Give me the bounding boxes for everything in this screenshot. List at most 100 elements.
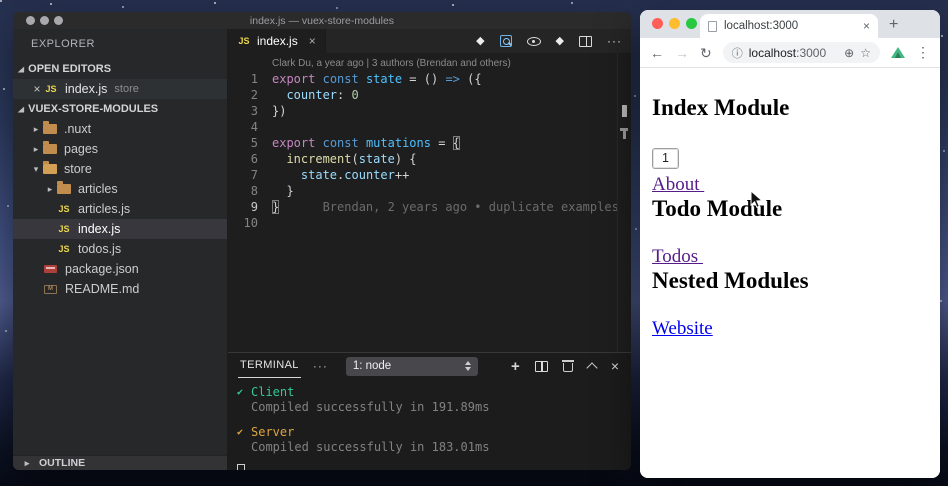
vscode-titlebar[interactable]: index.js — vuex-store-modules bbox=[13, 12, 631, 29]
toggle-blame-eye-icon[interactable] bbox=[527, 37, 541, 46]
zoom-window-button[interactable] bbox=[54, 16, 63, 25]
close-window-button[interactable] bbox=[652, 18, 663, 29]
code-line-1[interactable]: 1export const state = () => ({ bbox=[228, 71, 631, 87]
mouse-cursor bbox=[750, 190, 763, 209]
tree-item-store[interactable]: ▾ store bbox=[13, 159, 227, 179]
url-port: :3000 bbox=[796, 46, 826, 60]
line-number: 2 bbox=[228, 87, 272, 103]
close-window-button[interactable] bbox=[26, 16, 35, 25]
tree-item-packagejson[interactable]: package.json bbox=[13, 259, 227, 279]
terminal-tab[interactable]: TERMINAL bbox=[238, 354, 301, 378]
tab-close-icon[interactable]: × bbox=[309, 34, 316, 48]
js-file-icon: JS bbox=[44, 84, 58, 94]
tree-item-indexjs-selected[interactable]: JS index.js bbox=[13, 219, 227, 239]
folder-icon bbox=[57, 184, 71, 194]
tree-item-label: .nuxt bbox=[64, 122, 91, 136]
vscode-window: index.js — vuex-store-modules EXPLORER ◢… bbox=[13, 12, 631, 470]
tree-item-label: articles.js bbox=[78, 202, 130, 216]
tree-item-readme[interactable]: M README.md bbox=[13, 279, 227, 299]
overview-ruler[interactable] bbox=[617, 53, 631, 352]
code-line-5[interactable]: 5export const mutations = { bbox=[228, 135, 631, 151]
line-number: 10 bbox=[228, 215, 272, 231]
url-host: localhost bbox=[749, 46, 796, 60]
terminal-more-icon[interactable]: ··· bbox=[313, 359, 328, 373]
zoom-window-button[interactable] bbox=[686, 18, 697, 29]
vue-devtools-icon[interactable] bbox=[891, 47, 905, 58]
code-line-7[interactable]: 7 state.counter++ bbox=[228, 167, 631, 183]
open-editors-section[interactable]: ◢ OPEN EDITORS bbox=[13, 59, 227, 79]
tree-item-todosjs[interactable]: JS todos.js bbox=[13, 239, 227, 259]
index-module-heading: Index Module bbox=[652, 68, 928, 121]
open-editor-filename: index.js bbox=[65, 82, 107, 96]
page-content: Index Module 1 About Todo Module Todos N… bbox=[640, 68, 940, 478]
code-lines: 1export const state = () => ({2 counter:… bbox=[228, 71, 631, 231]
back-button[interactable]: ← bbox=[650, 46, 664, 60]
split-editor-icon[interactable] bbox=[579, 36, 592, 47]
check-icon: ✔ bbox=[237, 425, 245, 440]
split-terminal-icon[interactable] bbox=[535, 361, 548, 372]
tab-close-icon[interactable]: × bbox=[863, 19, 870, 33]
project-section[interactable]: ◢ VUEX-STORE-MODULES bbox=[13, 99, 227, 119]
close-panel-icon[interactable]: × bbox=[611, 359, 619, 373]
reload-button[interactable]: ↻ bbox=[700, 46, 712, 60]
tab-indexjs[interactable]: JS index.js × bbox=[228, 29, 326, 53]
tree-item-articlesjs[interactable]: JS articles.js bbox=[13, 199, 227, 219]
line-number: 8 bbox=[228, 183, 272, 199]
tree-item-nuxt[interactable]: ▸ .nuxt bbox=[13, 119, 227, 139]
terminal-cursor bbox=[237, 464, 245, 470]
maximize-panel-icon[interactable] bbox=[586, 362, 597, 373]
code-line-6[interactable]: 6 increment(state) { bbox=[228, 151, 631, 167]
minimize-window-button[interactable] bbox=[669, 18, 680, 29]
todos-link[interactable]: Todos bbox=[652, 246, 703, 267]
bookmark-star-icon[interactable]: ☆ bbox=[860, 46, 871, 60]
code-line-9[interactable]: 9} Brendan, 2 years ago • duplicate exam… bbox=[228, 199, 631, 215]
website-link[interactable]: Website bbox=[652, 318, 713, 339]
section-expand-icon: ◢ bbox=[18, 65, 24, 73]
todo-module-heading: Todo Module bbox=[652, 195, 928, 222]
kill-terminal-icon[interactable] bbox=[563, 363, 573, 372]
about-link[interactable]: About bbox=[652, 174, 704, 195]
new-tab-button[interactable]: + bbox=[889, 16, 898, 34]
open-editor-folder: store bbox=[114, 83, 138, 95]
terminal-output[interactable]: ✔ Client Compiled successfully in 191.89… bbox=[228, 379, 631, 470]
site-info-icon[interactable]: ⓘ bbox=[732, 45, 743, 61]
code-line-8[interactable]: 8 } bbox=[228, 183, 631, 199]
tree-item-label: package.json bbox=[65, 262, 139, 276]
terminal-client-detail: Compiled successfully in 191.89ms bbox=[237, 400, 631, 415]
tab-label: index.js bbox=[257, 34, 298, 48]
code-line-3[interactable]: 3}) bbox=[228, 103, 631, 119]
open-editor-item-indexjs[interactable]: × JS index.js store bbox=[13, 79, 227, 99]
codelens-annotation[interactable]: Clark Du, a year ago | 3 authors (Brenda… bbox=[228, 53, 631, 71]
line-number: 3 bbox=[228, 103, 272, 119]
explorer-header: EXPLORER bbox=[13, 29, 227, 59]
close-editor-icon[interactable]: × bbox=[30, 82, 44, 96]
browser-tab[interactable]: localhost:3000 × bbox=[700, 14, 878, 38]
tree-item-articles-folder[interactable]: ▸ articles bbox=[13, 179, 227, 199]
browser-window-controls[interactable] bbox=[652, 18, 697, 29]
window-controls[interactable] bbox=[26, 16, 63, 25]
code-editor[interactable]: Clark Du, a year ago | 3 authors (Brenda… bbox=[228, 53, 631, 352]
tree-item-pages[interactable]: ▸ pages bbox=[13, 139, 227, 159]
counter-button[interactable]: 1 bbox=[652, 148, 679, 169]
code-line-10[interactable]: 10 bbox=[228, 215, 631, 231]
outline-label: OUTLINE bbox=[39, 457, 85, 469]
outline-section[interactable]: ▸ OUTLINE bbox=[13, 455, 227, 470]
browser-window: localhost:3000 × + ← → ↻ ⓘ localhost:300… bbox=[640, 10, 940, 478]
zoom-icon[interactable]: ⊕ bbox=[844, 46, 854, 60]
code-line-2[interactable]: 2 counter: 0 bbox=[228, 87, 631, 103]
address-bar[interactable]: ⓘ localhost:3000 ⊕ ☆ bbox=[723, 42, 880, 63]
gitlens-compare-icon[interactable]: ◆ bbox=[556, 36, 564, 47]
gitlens-icon[interactable]: ◆ bbox=[476, 36, 484, 47]
browser-menu-icon[interactable]: ⋮ bbox=[916, 44, 930, 61]
minimize-window-button[interactable] bbox=[40, 16, 49, 25]
terminal-selector[interactable]: 1: node bbox=[346, 357, 478, 376]
search-commits-icon[interactable] bbox=[500, 35, 512, 47]
chevron-down-icon: ▾ bbox=[29, 164, 43, 175]
js-file-icon: JS bbox=[57, 204, 71, 214]
tree-item-label: pages bbox=[64, 142, 98, 156]
code-line-4[interactable]: 4 bbox=[228, 119, 631, 135]
forward-button[interactable]: → bbox=[675, 46, 689, 60]
line-number: 7 bbox=[228, 167, 272, 183]
more-actions-icon[interactable]: ··· bbox=[607, 35, 622, 47]
new-terminal-icon[interactable]: + bbox=[511, 359, 520, 374]
